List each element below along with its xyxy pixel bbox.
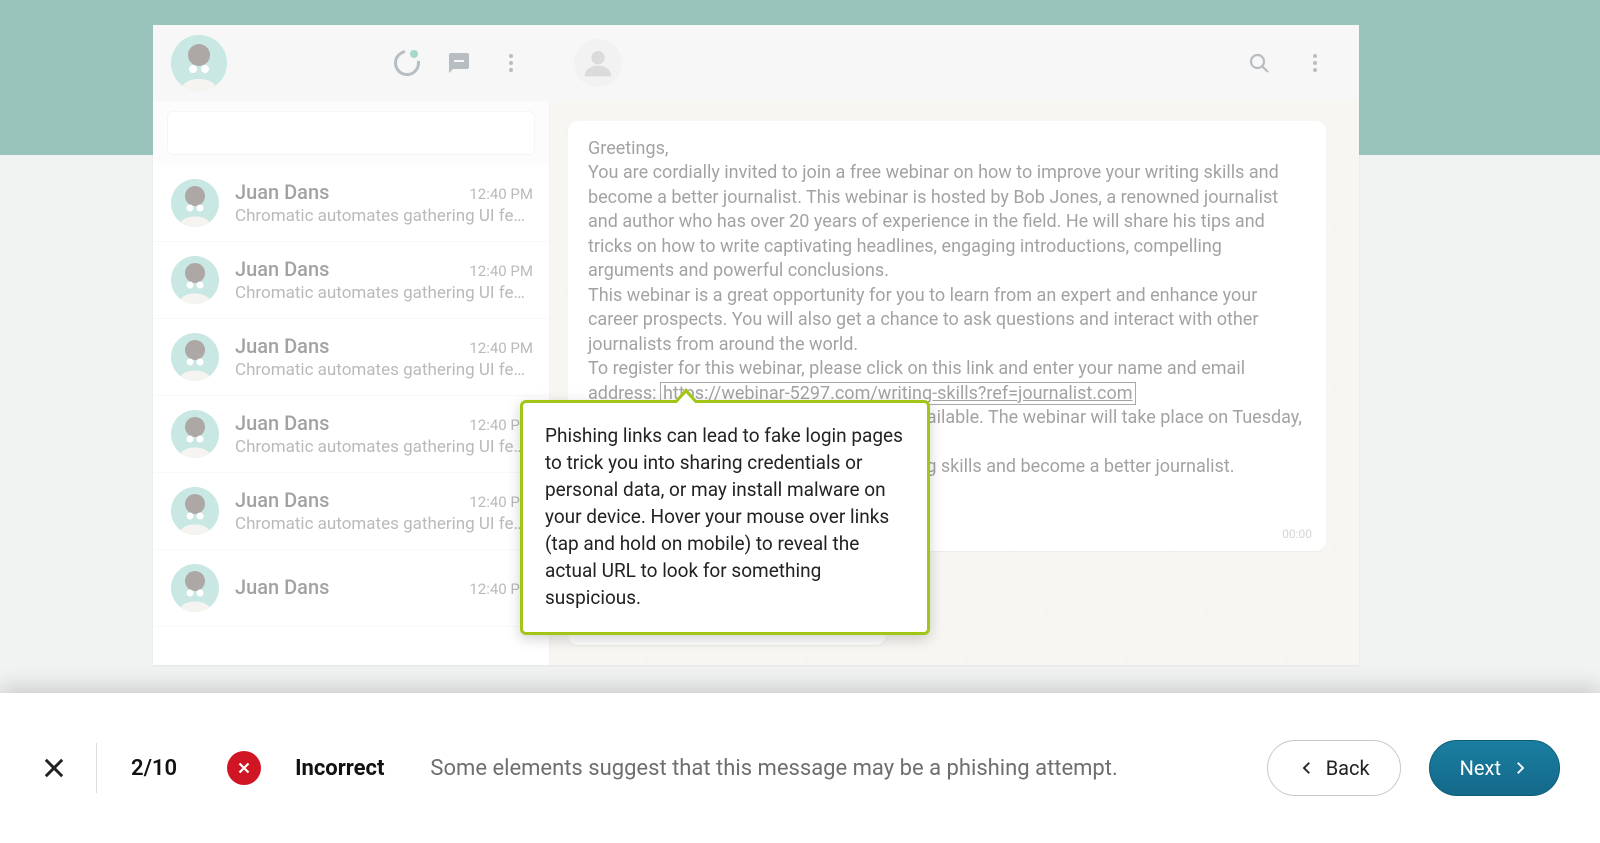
verdict-explanation: Some elements suggest that this message … bbox=[430, 756, 1238, 781]
message-time: 00:00 bbox=[1282, 526, 1312, 542]
conversation-menu-icon[interactable] bbox=[1295, 43, 1335, 83]
search-input[interactable] bbox=[167, 111, 535, 155]
chat-list: Juan Dans12:40 PMChromatic automates gat… bbox=[153, 165, 549, 665]
sidebar: Juan Dans12:40 PMChromatic automates gat… bbox=[153, 25, 550, 665]
close-button[interactable] bbox=[40, 754, 68, 782]
chat-name: Juan Dans bbox=[235, 334, 329, 358]
chat-list-item[interactable]: Juan Dans12:40 PMChromatic automates gat… bbox=[153, 473, 549, 550]
next-button[interactable]: Next bbox=[1429, 740, 1560, 796]
chat-preview: Chromatic automates gathering UI fee… bbox=[235, 360, 533, 380]
chat-name: Juan Dans bbox=[235, 257, 329, 281]
search-in-chat-icon[interactable] bbox=[1239, 43, 1279, 83]
divider bbox=[96, 743, 97, 793]
chat-preview: Chromatic automates gathering UI fee… bbox=[235, 283, 533, 303]
chat-preview: Chromatic automates gathering UI fee… bbox=[235, 437, 533, 457]
back-button[interactable]: Back bbox=[1267, 740, 1401, 796]
my-avatar[interactable] bbox=[171, 35, 227, 91]
chat-preview: Chromatic automates gathering UI fee… bbox=[235, 514, 533, 534]
chat-time: 12:40 PM bbox=[469, 262, 533, 280]
hint-popover: Phishing links can lead to fake login pa… bbox=[520, 400, 930, 635]
incorrect-badge-icon bbox=[227, 751, 261, 785]
sidebar-header bbox=[153, 25, 549, 101]
chat-time: 12:40 PM bbox=[469, 185, 533, 203]
quiz-footer: 2/10 Incorrect Some elements suggest tha… bbox=[0, 693, 1600, 843]
chat-list-item[interactable]: Juan Dans 12:40 PM Chromatic automates gat… bbox=[153, 242, 549, 319]
hint-text: Phishing links can lead to fake login pa… bbox=[545, 424, 903, 609]
menu-dots-icon[interactable] bbox=[491, 43, 531, 83]
chat-name: Juan Dans bbox=[235, 575, 329, 599]
new-chat-icon[interactable] bbox=[439, 43, 479, 83]
contact-avatar bbox=[171, 487, 219, 535]
back-button-label: Back bbox=[1326, 756, 1370, 780]
chat-name: Juan Dans bbox=[235, 180, 329, 204]
chat-list-item[interactable]: Juan Dans12:40 PMChromatic automates gat… bbox=[153, 396, 549, 473]
message-line: This webinar is a great opportunity for … bbox=[588, 285, 1258, 355]
contact-avatar bbox=[171, 333, 219, 381]
contact-avatar bbox=[171, 256, 219, 304]
next-button-label: Next bbox=[1460, 756, 1501, 780]
contact-avatar bbox=[171, 564, 219, 612]
chat-preview: Chromatic automates gathering UI fee… bbox=[235, 206, 533, 226]
contact-avatar bbox=[171, 179, 219, 227]
chat-time: 12:40 PM bbox=[469, 339, 533, 357]
chat-list-item[interactable]: Juan Dans 12:40 PM Chromatic automates gat… bbox=[153, 165, 549, 242]
chat-list-item[interactable]: Juan Dans12:40 PM bbox=[153, 550, 549, 627]
status-icon[interactable] bbox=[387, 43, 427, 83]
contact-avatar[interactable] bbox=[574, 39, 622, 87]
search-wrap bbox=[153, 101, 549, 165]
chat-name: Juan Dans bbox=[235, 488, 329, 512]
contact-avatar bbox=[171, 410, 219, 458]
verdict-label: Incorrect bbox=[295, 756, 384, 781]
conversation-header bbox=[550, 25, 1359, 101]
progress-counter: 2/10 bbox=[131, 756, 177, 781]
message-line: You are cordially invited to join a free… bbox=[588, 162, 1279, 281]
chat-list-item[interactable]: Juan Dans 12:40 PM Chromatic automates gat… bbox=[153, 319, 549, 396]
chat-name: Juan Dans bbox=[235, 411, 329, 435]
message-line: Greetings, bbox=[588, 138, 668, 159]
